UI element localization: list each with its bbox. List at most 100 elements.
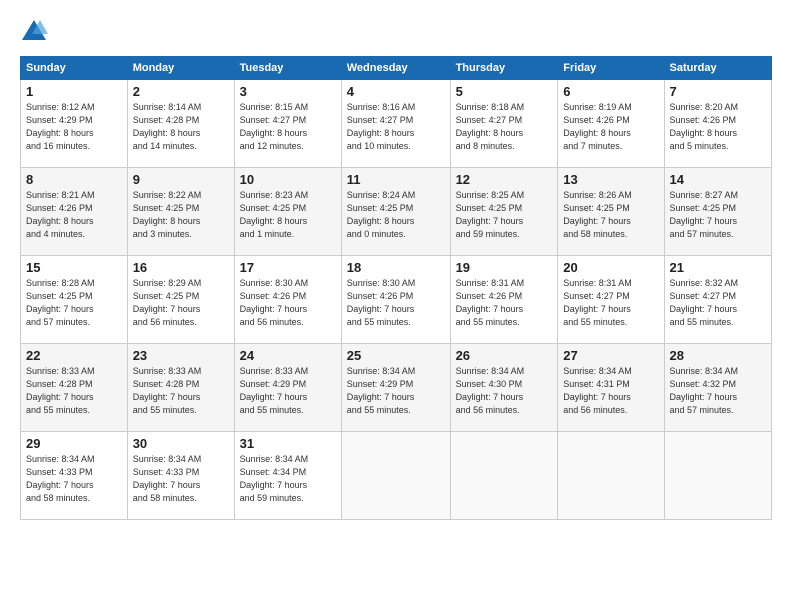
calendar-cell: 27 Sunrise: 8:34 AM Sunset: 4:31 PM Dayli… — [558, 344, 664, 432]
day-info: Sunrise: 8:34 AM Sunset: 4:33 PM Dayligh… — [26, 453, 122, 505]
calendar-cell: 5 Sunrise: 8:18 AM Sunset: 4:27 PM Daylig… — [450, 80, 558, 168]
day-info: Sunrise: 8:33 AM Sunset: 4:28 PM Dayligh… — [26, 365, 122, 417]
calendar-cell — [341, 432, 450, 520]
day-info: Sunrise: 8:34 AM Sunset: 4:30 PM Dayligh… — [456, 365, 553, 417]
day-info: Sunrise: 8:29 AM Sunset: 4:25 PM Dayligh… — [133, 277, 229, 329]
day-number: 31 — [240, 436, 336, 451]
day-info: Sunrise: 8:16 AM Sunset: 4:27 PM Dayligh… — [347, 101, 445, 153]
day-number: 27 — [563, 348, 658, 363]
day-info: Sunrise: 8:33 AM Sunset: 4:29 PM Dayligh… — [240, 365, 336, 417]
day-info: Sunrise: 8:31 AM Sunset: 4:26 PM Dayligh… — [456, 277, 553, 329]
calendar-cell: 7 Sunrise: 8:20 AM Sunset: 4:26 PM Daylig… — [664, 80, 772, 168]
day-number: 15 — [26, 260, 122, 275]
day-number: 7 — [670, 84, 767, 99]
day-number: 14 — [670, 172, 767, 187]
calendar-cell: 2Sunrise: 8:14 AM Sunset: 4:28 PM Daylig… — [127, 80, 234, 168]
calendar-header-row: SundayMondayTuesdayWednesdayThursdayFrid… — [21, 57, 772, 80]
day-number: 8 — [26, 172, 122, 187]
calendar-cell: 8 Sunrise: 8:21 AM Sunset: 4:26 PM Daylig… — [21, 168, 128, 256]
calendar-cell: 17 Sunrise: 8:30 AM Sunset: 4:26 PM Dayli… — [234, 256, 341, 344]
day-info: Sunrise: 8:19 AM Sunset: 4:26 PM Dayligh… — [563, 101, 658, 153]
calendar-cell: 21 Sunrise: 8:32 AM Sunset: 4:27 PM Dayli… — [664, 256, 772, 344]
calendar-table: SundayMondayTuesdayWednesdayThursdayFrid… — [20, 56, 772, 520]
calendar-cell: 15 Sunrise: 8:28 AM Sunset: 4:25 PM Dayli… — [21, 256, 128, 344]
calendar-cell: 25 Sunrise: 8:34 AM Sunset: 4:29 PM Dayli… — [341, 344, 450, 432]
day-number: 24 — [240, 348, 336, 363]
day-number: 3 — [240, 84, 336, 99]
page-header — [20, 18, 772, 46]
calendar-cell: 26Sunrise: 8:34 AM Sunset: 4:30 PM Dayli… — [450, 344, 558, 432]
calendar-day-header: Saturday — [664, 57, 772, 80]
day-number: 22 — [26, 348, 122, 363]
day-number: 20 — [563, 260, 658, 275]
day-info: Sunrise: 8:33 AM Sunset: 4:28 PM Dayligh… — [133, 365, 229, 417]
calendar-cell: 3 Sunrise: 8:15 AM Sunset: 4:27 PM Daylig… — [234, 80, 341, 168]
calendar-day-header: Monday — [127, 57, 234, 80]
day-info: Sunrise: 8:34 AM Sunset: 4:29 PM Dayligh… — [347, 365, 445, 417]
day-info: Sunrise: 8:25 AM Sunset: 4:25 PM Dayligh… — [456, 189, 553, 241]
day-number: 13 — [563, 172, 658, 187]
day-number: 21 — [670, 260, 767, 275]
calendar-cell: 23 Sunrise: 8:33 AM Sunset: 4:28 PM Dayli… — [127, 344, 234, 432]
day-number: 28 — [670, 348, 767, 363]
calendar-cell — [558, 432, 664, 520]
calendar-week-row: 22 Sunrise: 8:33 AM Sunset: 4:28 PM Dayli… — [21, 344, 772, 432]
calendar-cell: 20 Sunrise: 8:31 AM Sunset: 4:27 PM Dayli… — [558, 256, 664, 344]
day-number: 6 — [563, 84, 658, 99]
day-info: Sunrise: 8:28 AM Sunset: 4:25 PM Dayligh… — [26, 277, 122, 329]
calendar-cell: 24 Sunrise: 8:33 AM Sunset: 4:29 PM Dayli… — [234, 344, 341, 432]
calendar-cell: 12 Sunrise: 8:25 AM Sunset: 4:25 PM Dayli… — [450, 168, 558, 256]
day-info: Sunrise: 8:31 AM Sunset: 4:27 PM Dayligh… — [563, 277, 658, 329]
day-number: 23 — [133, 348, 229, 363]
calendar-cell: 1 Sunrise: 8:12 AM Sunset: 4:29 PM Daylig… — [21, 80, 128, 168]
day-number: 11 — [347, 172, 445, 187]
calendar-week-row: 29 Sunrise: 8:34 AM Sunset: 4:33 PM Dayli… — [21, 432, 772, 520]
calendar-week-row: 8 Sunrise: 8:21 AM Sunset: 4:26 PM Daylig… — [21, 168, 772, 256]
day-info: Sunrise: 8:18 AM Sunset: 4:27 PM Dayligh… — [456, 101, 553, 153]
day-info: Sunrise: 8:15 AM Sunset: 4:27 PM Dayligh… — [240, 101, 336, 153]
calendar-cell: 10 Sunrise: 8:23 AM Sunset: 4:25 PM Dayli… — [234, 168, 341, 256]
day-info: Sunrise: 8:23 AM Sunset: 4:25 PM Dayligh… — [240, 189, 336, 241]
day-info: Sunrise: 8:20 AM Sunset: 4:26 PM Dayligh… — [670, 101, 767, 153]
day-info: Sunrise: 8:22 AM Sunset: 4:25 PM Dayligh… — [133, 189, 229, 241]
calendar-cell: 29 Sunrise: 8:34 AM Sunset: 4:33 PM Dayli… — [21, 432, 128, 520]
calendar-day-header: Sunday — [21, 57, 128, 80]
day-info: Sunrise: 8:24 AM Sunset: 4:25 PM Dayligh… — [347, 189, 445, 241]
calendar-cell — [450, 432, 558, 520]
calendar-cell: 30 Sunrise: 8:34 AM Sunset: 4:33 PM Dayli… — [127, 432, 234, 520]
day-number: 29 — [26, 436, 122, 451]
day-number: 18 — [347, 260, 445, 275]
calendar-day-header: Wednesday — [341, 57, 450, 80]
day-info: Sunrise: 8:30 AM Sunset: 4:26 PM Dayligh… — [240, 277, 336, 329]
calendar-day-header: Tuesday — [234, 57, 341, 80]
calendar-cell: 31 Sunrise: 8:34 AM Sunset: 4:34 PM Dayli… — [234, 432, 341, 520]
calendar-cell: 16 Sunrise: 8:29 AM Sunset: 4:25 PM Dayli… — [127, 256, 234, 344]
day-info: Sunrise: 8:34 AM Sunset: 4:34 PM Dayligh… — [240, 453, 336, 505]
day-number: 30 — [133, 436, 229, 451]
day-info: Sunrise: 8:27 AM Sunset: 4:25 PM Dayligh… — [670, 189, 767, 241]
day-info: Sunrise: 8:21 AM Sunset: 4:26 PM Dayligh… — [26, 189, 122, 241]
calendar-cell: 22 Sunrise: 8:33 AM Sunset: 4:28 PM Dayli… — [21, 344, 128, 432]
day-info: Sunrise: 8:34 AM Sunset: 4:32 PM Dayligh… — [670, 365, 767, 417]
day-number: 10 — [240, 172, 336, 187]
calendar-cell: 28 Sunrise: 8:34 AM Sunset: 4:32 PM Dayli… — [664, 344, 772, 432]
day-number: 19 — [456, 260, 553, 275]
day-info: Sunrise: 8:30 AM Sunset: 4:26 PM Dayligh… — [347, 277, 445, 329]
day-info: Sunrise: 8:32 AM Sunset: 4:27 PM Dayligh… — [670, 277, 767, 329]
calendar-cell — [664, 432, 772, 520]
day-number: 25 — [347, 348, 445, 363]
day-number: 2 — [133, 84, 229, 99]
day-number: 17 — [240, 260, 336, 275]
calendar-cell: 9Sunrise: 8:22 AM Sunset: 4:25 PM Daylig… — [127, 168, 234, 256]
day-info: Sunrise: 8:34 AM Sunset: 4:31 PM Dayligh… — [563, 365, 658, 417]
logo-icon — [20, 18, 48, 46]
calendar-cell: 13Sunrise: 8:26 AM Sunset: 4:25 PM Dayli… — [558, 168, 664, 256]
day-info: Sunrise: 8:34 AM Sunset: 4:33 PM Dayligh… — [133, 453, 229, 505]
day-number: 16 — [133, 260, 229, 275]
day-number: 12 — [456, 172, 553, 187]
day-number: 1 — [26, 84, 122, 99]
day-number: 5 — [456, 84, 553, 99]
calendar-cell: 6 Sunrise: 8:19 AM Sunset: 4:26 PM Daylig… — [558, 80, 664, 168]
day-info: Sunrise: 8:12 AM Sunset: 4:29 PM Dayligh… — [26, 101, 122, 153]
calendar-cell: 4Sunrise: 8:16 AM Sunset: 4:27 PM Daylig… — [341, 80, 450, 168]
